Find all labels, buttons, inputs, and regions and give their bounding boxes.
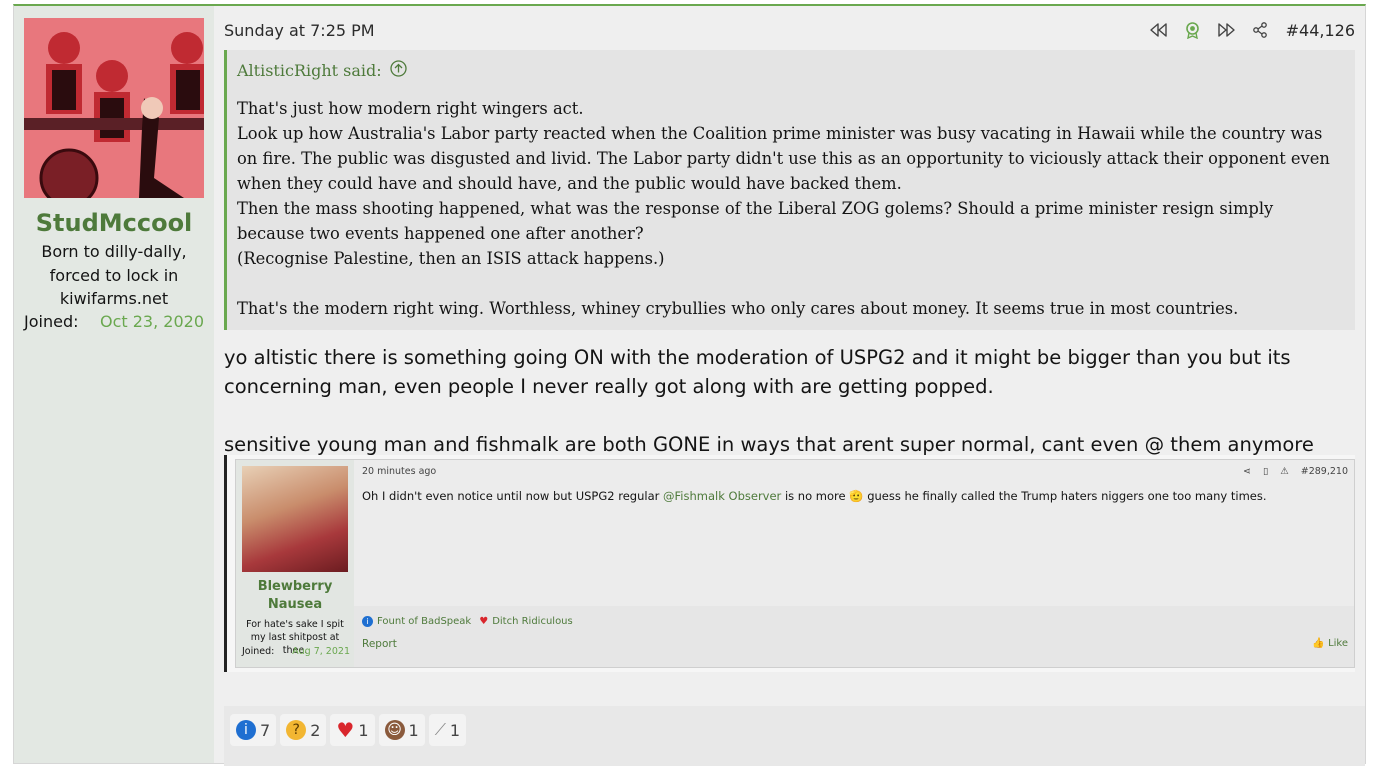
embedded-meta: 20 minutes ago ⋖ ▯ ⚠ #289,210	[362, 466, 1348, 477]
embedded-footer: i Fount of BadSpeak ♥ Ditch Ridiculous Rep…	[354, 606, 1354, 667]
embedded-post-number: #289,210	[1300, 466, 1348, 477]
joined-date: Oct 23, 2020	[100, 312, 204, 331]
embedded-username: Blewberry Nausea	[257, 579, 333, 612]
post-tools: #44,126	[1149, 21, 1355, 40]
reaction-count: 1	[358, 720, 369, 740]
paragraph-spacer	[224, 401, 1345, 430]
post-main: Sunday at 7:25 PM #44,126 AltisticRight …	[224, 6, 1365, 766]
embedded-joined-row: Joined: Aug 7, 2021	[242, 646, 350, 657]
quote-line: Look up how Australia's Labor party reac…	[237, 124, 1330, 193]
heart-icon: ♥	[336, 718, 355, 742]
quote-block: AltisticRight said: That's just how mode…	[224, 50, 1355, 330]
embedded-share-icon: ⋖	[1243, 466, 1251, 477]
quote-attribution[interactable]: AltisticRight said:	[237, 61, 382, 80]
quote-spacer	[237, 271, 1345, 296]
post-number[interactable]: #44,126	[1286, 21, 1355, 40]
reaction-wrench[interactable]: ⟋ 1	[428, 714, 467, 746]
embedded-post: Blewberry Nausea For hate's sake I spit …	[235, 459, 1355, 668]
reaction-monkey[interactable]: ☺ 1	[378, 714, 425, 746]
embedded-report: Report	[362, 638, 397, 650]
reaction-count: 1	[449, 720, 461, 740]
user-title: Born to dilly-dally, forced to lock in k…	[41, 242, 187, 308]
embedded-joined-label: Joined:	[242, 646, 275, 657]
arrow-up-circle-icon[interactable]	[390, 60, 407, 81]
quote-header: AltisticRight said:	[237, 60, 407, 81]
reactions-bar: i 7 ? 2 ♥ 1 ☺ 1 ⟋ 1	[224, 706, 1365, 766]
embedded-warning-icon: ⚠	[1280, 466, 1289, 477]
embedded-reaction: i Fount of BadSpeak	[362, 616, 471, 627]
thumbs-up-icon: 👍	[1312, 638, 1325, 649]
embedded-tools: ⋖ ▯ ⚠ #289,210	[1243, 466, 1348, 477]
quote-line: (Recognise Palestine, then an ISIS attac…	[237, 249, 665, 268]
post-body: yo altistic there is something going ON …	[224, 343, 1345, 459]
thinking-icon: ?	[286, 720, 307, 740]
heart-icon: ♥	[479, 616, 489, 627]
embedded-avatar	[242, 466, 348, 572]
embedded-reaction-label: Fount of BadSpeak	[377, 616, 472, 627]
joined-label: Joined:	[24, 312, 79, 331]
post-date[interactable]: Sunday at 7:25 PM	[224, 21, 375, 40]
embedded-text-after: is no more 🫡 guess he finally called the…	[781, 489, 1267, 503]
award-icon[interactable]	[1184, 21, 1201, 39]
embedded-joined-date: Aug 7, 2021	[292, 646, 350, 657]
monkey-face-icon: ☺	[384, 720, 405, 740]
user-sidebar: StudMccool Born to dilly-dally, forced t…	[14, 6, 214, 763]
rewind-icon[interactable]	[1149, 22, 1167, 39]
reaction-info[interactable]: i 7	[230, 714, 277, 746]
share-icon[interactable]	[1252, 22, 1269, 39]
reaction-heart[interactable]: ♥ 1	[330, 714, 375, 746]
embedded-screenshot[interactable]: Blewberry Nausea For hate's sake I spit …	[224, 455, 1355, 672]
reaction-list: i 7 ? 2 ♥ 1 ☺ 1 ⟋ 1	[230, 714, 467, 746]
username[interactable]: StudMccool	[14, 209, 214, 237]
avatar-image	[24, 18, 204, 198]
embedded-user-sidebar: Blewberry Nausea For hate's sake I spit …	[236, 460, 354, 667]
reaction-thinking[interactable]: ? 2	[280, 714, 327, 746]
reaction-count: 1	[408, 720, 419, 740]
embedded-like-label: Like	[1328, 638, 1348, 649]
avatar[interactable]	[24, 18, 204, 198]
post: StudMccool Born to dilly-dally, forced t…	[13, 4, 1366, 766]
quote-line: That's just how modern right wingers act…	[237, 99, 584, 118]
post-paragraph: yo altistic there is something going ON …	[224, 346, 1291, 398]
quote-line: Then the mass shooting happened, what wa…	[237, 199, 1274, 243]
quote-body: That's just how modern right wingers act…	[237, 96, 1345, 321]
quote-line: That's the modern right wing. Worthless,…	[237, 299, 1239, 318]
embedded-reaction-label: Ditch Ridiculous	[492, 616, 573, 627]
reaction-count: 7	[260, 720, 271, 740]
reaction-count: 2	[310, 720, 321, 740]
embedded-reaction: ♥ Ditch Ridiculous	[479, 616, 573, 627]
fast-forward-icon[interactable]	[1217, 22, 1235, 39]
embedded-like: 👍 Like	[1312, 638, 1348, 649]
wrench-icon: ⟋	[434, 720, 446, 739]
embedded-text: Oh I didn't even notice until now but US…	[362, 489, 1344, 503]
joined-row: Joined: Oct 23, 2020	[24, 312, 204, 331]
embedded-bookmark-icon: ▯	[1262, 466, 1269, 477]
embedded-mention: @Fishmalk Observer	[663, 489, 782, 503]
embedded-text-before: Oh I didn't even notice until now but US…	[362, 489, 664, 503]
info-icon: i	[362, 616, 373, 627]
embedded-reactions: i Fount of BadSpeak ♥ Ditch Ridiculous	[362, 616, 573, 627]
embedded-time: 20 minutes ago	[362, 466, 437, 477]
post-meta: Sunday at 7:25 PM #44,126	[224, 18, 1355, 42]
info-icon: i	[236, 720, 256, 740]
